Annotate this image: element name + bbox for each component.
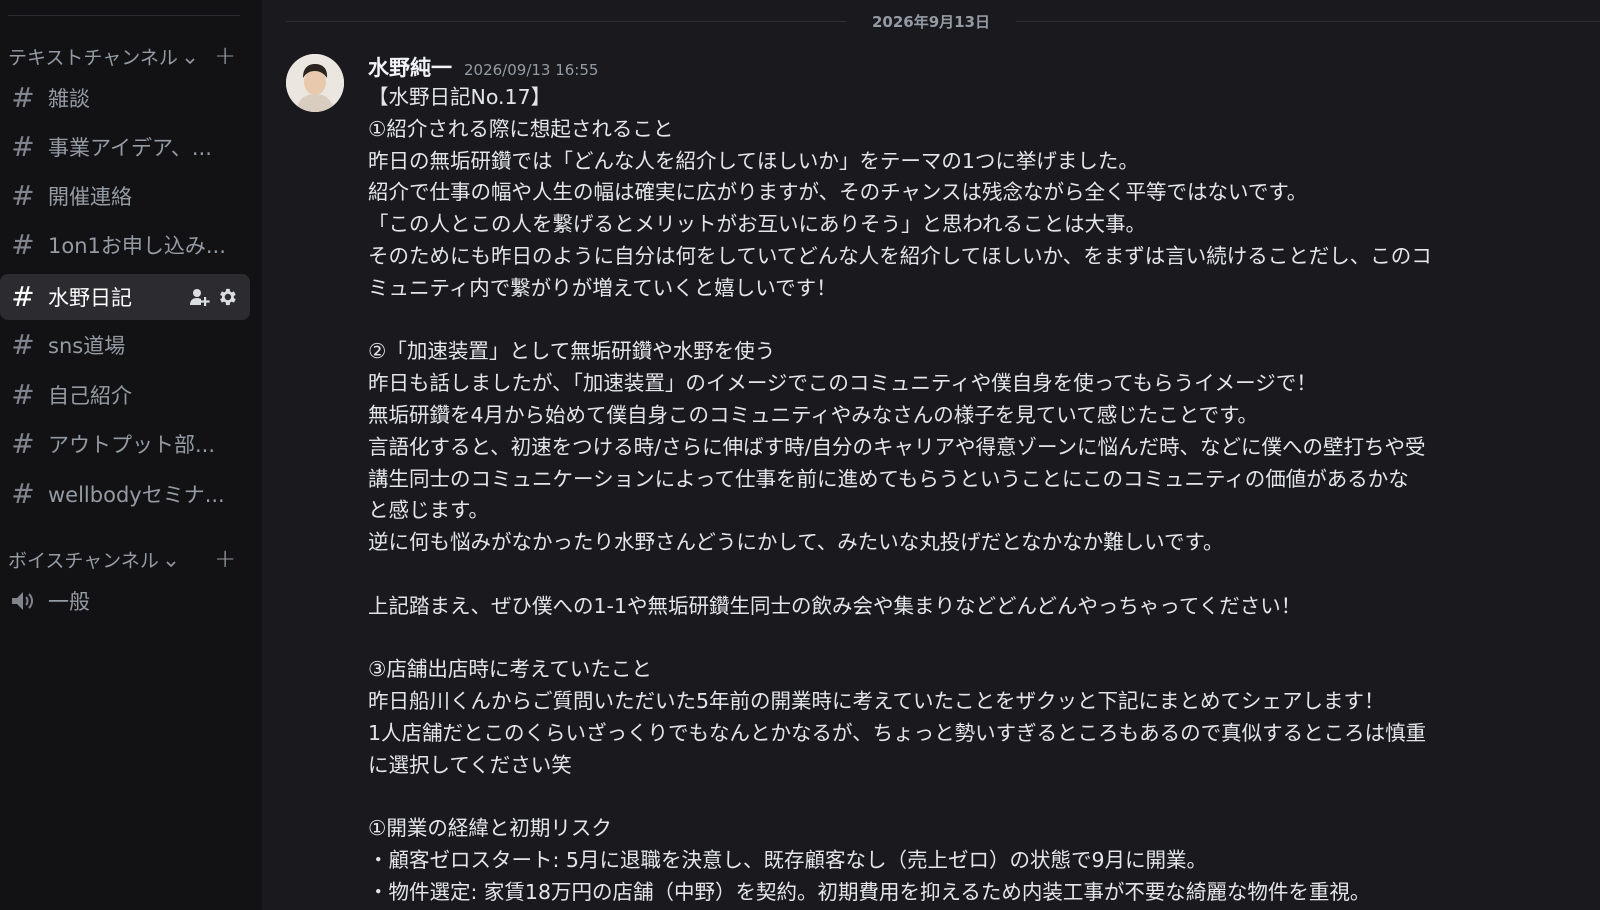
message-line: ・顧客ゼロスタート: 5月に退職を決意し、既存顧客なし（売上ゼロ）の状態で9月に…: [368, 848, 1208, 873]
channel-label: アウトプット部...: [48, 433, 216, 457]
channel-label: 水野日記: [48, 286, 132, 310]
channel-item-zatsudan[interactable]: # 雑談: [0, 75, 250, 121]
text-channels-category[interactable]: テキストチャンネル +: [8, 43, 248, 69]
message-line: ①開業の経緯と初期リスク: [368, 816, 612, 841]
date-divider: 2026年9月13日: [286, 10, 1600, 32]
message-content: 【水野日記No.17】 ①紹介される際に想起されること昨日の無垢研鑽では「どんな人…: [368, 82, 1588, 909]
message-line: 【水野日記No.17】: [368, 85, 552, 109]
avatar[interactable]: [286, 54, 344, 112]
message-line: 逆に何も悩みがなかったり水野さんどうにかして、みたいな丸投げだとなかなか難しいで…: [368, 530, 1224, 555]
message-line: ③店舗出店時に考えていたこと: [368, 657, 652, 682]
hash-icon: #: [11, 477, 35, 510]
message-header: 水野純一 2026/09/13 16:55: [368, 52, 598, 82]
chevron-down-icon: [165, 553, 177, 568]
hash-icon: #: [11, 427, 35, 460]
channel-label: 1on1お申し込み...: [48, 234, 226, 258]
hash-icon: #: [11, 228, 35, 261]
channel-label: sns道場: [48, 334, 126, 358]
sidebar-divider: [8, 15, 240, 16]
channel-item-sns-doujou[interactable]: # sns道場: [0, 322, 250, 368]
date-divider-text: 2026年9月13日: [871, 13, 991, 31]
message-line: 昨日も話しましたが、「加速装置」のイメージでこのコミュニティや僕自身を使ってもら…: [368, 371, 1317, 396]
channel-label: wellbodyセミナ...: [48, 483, 225, 507]
chevron-down-icon: [184, 50, 196, 65]
channel-item-wellbody[interactable]: # wellbodyセミナ...: [0, 471, 250, 517]
message-line: 1人店舗だとこのくらいざっくりでもなんとかなるが、ちょっと勢いすぎるところもある…: [368, 720, 1427, 745]
hash-icon: #: [11, 378, 35, 411]
category-label: テキストチャンネル: [8, 46, 178, 69]
divider-line: [286, 21, 846, 22]
channel-label: 事業アイデア、...: [48, 136, 212, 160]
discord-app: テキストチャンネル + # 雑談 # 事業アイデア、... # 開催連絡 # 1…: [0, 0, 1600, 910]
plus-icon[interactable]: +: [214, 43, 236, 69]
divider-line: [1016, 21, 1600, 22]
channel-actions: [188, 286, 238, 308]
message-line: [368, 305, 1588, 337]
channel-label: 開催連絡: [48, 185, 132, 209]
category-label: ボイスチャンネル: [8, 549, 159, 572]
message-line: 言語化すると、初速をつける時/さらに伸ばす時/自分のキャリアや得意ゾーンに悩んだ…: [368, 434, 1426, 459]
message-line: に選択してください笑: [368, 752, 572, 777]
message-line: [368, 623, 1588, 655]
message-line: 無垢研鑽を4月から始めて僕自身このコミュニティやみなさんの様子を見ていて感じたこ…: [368, 402, 1259, 427]
message-line: ・物件選定: 家賃18万円の店舗（中野）を契約。初期費用を抑えるため内装工事が不…: [368, 879, 1371, 904]
plus-icon[interactable]: +: [214, 546, 236, 572]
author-name[interactable]: 水野純一: [368, 52, 452, 82]
message-line: 昨日船川くんからご質問いただいた5年前の開業時に考えていたことをザクッと下記にま…: [368, 689, 1385, 714]
message-line: [368, 782, 1588, 814]
message-line: ①紹介される際に想起されること: [368, 116, 674, 141]
message-line: 上記踏まえ、ぜひ僕への1-1や無垢研鑽生同士の飲み会や集まりなどどんどんやっちゃ…: [368, 593, 1302, 618]
message-line: 紹介で仕事の幅や人生の幅は確実に広がりますが、そのチャンスは残念ながら全く平等で…: [368, 180, 1308, 205]
hash-icon: #: [11, 179, 35, 212]
message-line: 昨日の無垢研鑽では「どんな人を紹介してほしいか」をテーマの1つに挙げました。: [368, 148, 1139, 173]
message-timestamp: 2026/09/13 16:55: [464, 61, 599, 79]
hash-icon: #: [11, 81, 35, 114]
speaker-icon: [9, 589, 37, 613]
message-line: そのためにも昨日のように自分は何をしていてどんな人を紹介してほしいか、をまずは言…: [368, 243, 1432, 268]
voice-channels-category[interactable]: ボイスチャンネル +: [8, 546, 248, 572]
channel-item-1on1[interactable]: # 1on1お申し込み...: [0, 222, 250, 268]
message-line: ミュニティ内で繋がりが増えていくと嬉しいです！: [368, 275, 837, 300]
message-line: と感じます。: [368, 498, 489, 523]
message-line: ②「加速装置」として無垢研鑽や水野を使う: [368, 339, 776, 364]
channel-item-kaisai-renraku[interactable]: # 開催連絡: [0, 173, 250, 219]
channel-label: 雑談: [48, 87, 90, 111]
message-line: 講生同士のコミュニケーションによって仕事を前に進めてもらうということにこのコミュ…: [368, 466, 1409, 491]
channel-label: 自己紹介: [48, 384, 132, 408]
voice-channel-ippan[interactable]: 一般: [0, 578, 250, 624]
add-member-icon[interactable]: [188, 286, 210, 308]
hash-icon: #: [11, 130, 35, 163]
hash-icon: #: [11, 280, 35, 313]
message-line: [368, 559, 1588, 591]
channel-item-jiko-shoukai[interactable]: # 自己紹介: [0, 372, 250, 418]
hash-icon: #: [11, 328, 35, 361]
channel-label: 一般: [48, 590, 90, 614]
channel-item-mizuno-nikki[interactable]: # 水野日記: [0, 274, 250, 320]
gear-icon[interactable]: [216, 286, 238, 308]
channel-item-jigyou-idea[interactable]: # 事業アイデア、...: [0, 124, 250, 170]
channel-item-output[interactable]: # アウトプット部...: [0, 421, 250, 467]
message-area: 2026年9月13日 水野純一 2026/09/13 16:55 【水野日記No…: [262, 0, 1600, 910]
channel-sidebar: テキストチャンネル + # 雑談 # 事業アイデア、... # 開催連絡 # 1…: [0, 0, 262, 910]
message-line: 「この人とこの人を繋げるとメリットがお互いにありそう」と思われることは大事。: [368, 212, 1146, 237]
